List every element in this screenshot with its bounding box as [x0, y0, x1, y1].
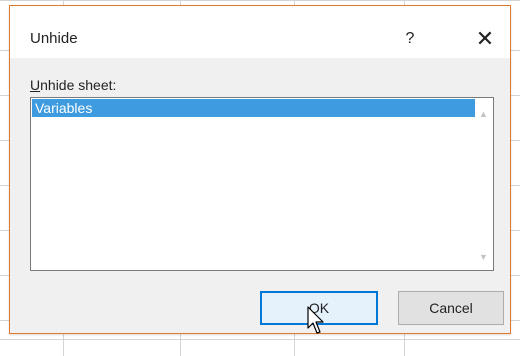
sheet-listbox[interactable]: Variables ▲ ▼: [30, 97, 494, 271]
dialog-title: Unhide: [30, 30, 78, 47]
listbox-scrollbar[interactable]: ▲ ▼: [475, 99, 492, 269]
scroll-down-arrow-icon[interactable]: ▼: [475, 249, 492, 266]
unhide-sheet-label: Unhide sheet:: [30, 77, 116, 93]
unhide-dialog: Unhide ? ✕ Unhide sheet: Variables ▲ ▼ O…: [9, 5, 511, 334]
list-item-variables[interactable]: Variables: [32, 99, 475, 117]
dialog-titlebar[interactable]: Unhide ? ✕: [10, 6, 510, 58]
cancel-button[interactable]: Cancel: [398, 291, 504, 325]
scroll-up-arrow-icon[interactable]: ▲: [475, 106, 492, 123]
label-text: nhide sheet:: [40, 77, 117, 93]
close-button[interactable]: ✕: [465, 24, 505, 54]
help-button[interactable]: ?: [390, 24, 430, 54]
mouse-pointer-icon: [307, 306, 324, 334]
label-accelerator: U: [30, 77, 41, 93]
